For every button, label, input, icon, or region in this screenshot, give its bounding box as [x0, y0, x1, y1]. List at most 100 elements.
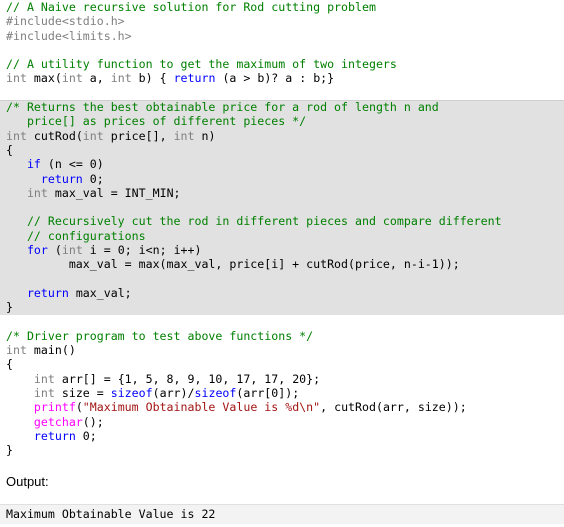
code-token-type: int	[26, 185, 48, 200]
code-token-comment: /* Returns the best obtainable price for…	[6, 100, 439, 115]
output-label: Output:	[6, 474, 49, 489]
code-token-pre: #include<stdio.h>	[6, 14, 125, 29]
code-line: for (int i = 0; i<n; i++)	[0, 243, 564, 258]
code-token-type: int	[110, 71, 132, 86]
code-token-plain: (	[47, 243, 62, 258]
code-line: int max(int a, int b) { return (a > b)? …	[0, 71, 564, 85]
code-token-plain: max_val = max(max_val, price[i] + cutRod…	[6, 257, 460, 272]
code-line: ​	[0, 86, 564, 100]
code-token-plain: 0;	[82, 171, 104, 186]
code-line: #include<stdio.h>	[0, 14, 564, 28]
code-token-plain: }	[6, 300, 13, 315]
code-line: {	[0, 142, 564, 158]
code-line: printf("Maximum Obtainable Value is %d\n…	[0, 400, 564, 414]
code-line: int max_val = INT_MIN;	[0, 185, 564, 201]
code-token-plain: }	[6, 443, 13, 458]
code-token-plain: (	[75, 400, 83, 415]
code-line: ​	[0, 200, 564, 215]
code-line: getchar();	[0, 415, 564, 429]
code-token-plain: max(	[26, 71, 62, 86]
code-line: max_val = max(max_val, price[i] + cutRod…	[0, 257, 564, 272]
code-token-type: int	[33, 386, 55, 401]
code-token-plain: {	[6, 142, 13, 157]
code-line: if (n <= 0)	[0, 157, 564, 172]
code-token-plain: , cutRod(arr, size));	[320, 400, 467, 415]
code-token-type: int	[61, 71, 83, 86]
code-token-plain: price[],	[103, 128, 174, 143]
code-line: return 0;	[0, 171, 564, 186]
code-token-plain: main()	[26, 343, 76, 358]
code-line: price[] as prices of different pieces */	[0, 114, 564, 129]
code-token-type: int	[33, 371, 55, 386]
code-token-type: int	[82, 128, 104, 143]
code-token-plain: cutRod(	[26, 128, 83, 143]
code-token-fn: printf	[33, 400, 76, 415]
code-token-kw: sizeof	[194, 386, 237, 401]
code-token-plain: (n <= 0)	[40, 157, 104, 172]
code-token-comment: // configurations	[6, 228, 146, 243]
code-token-pre: #include<limits.h>	[6, 28, 132, 43]
code-line: {	[0, 357, 564, 371]
code-line: ​	[0, 271, 564, 286]
code-token-plain: max_val = INT_MIN;	[47, 185, 181, 200]
code-token-plain: b) {	[131, 71, 174, 86]
code-line: // A utility function to get the maximum…	[0, 57, 564, 71]
code-token-type: int	[6, 343, 27, 358]
code-token-kw: for	[26, 243, 48, 258]
code-token-plain: (arr[0]);	[236, 386, 300, 401]
code-line: int size = sizeof(arr)/sizeof(arr[0]);	[0, 386, 564, 400]
code-token-kw: return	[26, 285, 69, 300]
code-token-type: int	[6, 128, 27, 143]
code-token-plain: a,	[82, 71, 111, 86]
code-token-plain: {	[6, 357, 13, 372]
code-line: int cutRod(int price[], int n)	[0, 128, 564, 143]
code-token-kw: return	[173, 71, 216, 86]
code-line: // configurations	[0, 228, 564, 244]
code-token-str: "Maximum Obtainable Value is %d\n"	[82, 400, 321, 415]
code-token-plain: ();	[82, 414, 104, 429]
code-line: /* Returns the best obtainable price for…	[0, 100, 564, 115]
code-token-fn: getchar	[33, 414, 83, 429]
code-line: #include<limits.h>	[0, 29, 564, 43]
code-token-type: int	[6, 71, 27, 86]
output-box: Maximum Obtainable Value is 22	[0, 504, 564, 524]
code-token-comment: // A Naive recursive solution for Rod cu…	[6, 0, 376, 14]
code-line: ​	[0, 315, 564, 329]
code-line: int arr[] = {1, 5, 8, 9, 10, 17, 17, 20}…	[0, 372, 564, 386]
code-token-plain: (arr)/	[152, 386, 195, 401]
code-token-type: int	[173, 128, 195, 143]
code-line: return max_val;	[0, 285, 564, 301]
code-token-plain: (a > b)? a : b;}	[215, 71, 335, 86]
code-line: return 0;	[0, 429, 564, 443]
code-token-kw: return	[40, 171, 83, 186]
code-token-plain: 0;	[75, 428, 97, 443]
code-token-plain: arr[] = {1, 5, 8, 9, 10, 17, 17, 20};	[54, 371, 321, 386]
code-line: /* Driver program to test above function…	[0, 329, 564, 343]
code-token-plain: size =	[54, 386, 111, 401]
code-line: // A Naive recursive solution for Rod cu…	[0, 0, 564, 14]
code-token-type: int	[61, 243, 83, 258]
code-token-plain: n)	[194, 128, 216, 143]
code-token-plain: i = 0; i<n; i++)	[82, 243, 202, 258]
code-line: }	[0, 443, 564, 457]
code-block: // A Naive recursive solution for Rod cu…	[0, 0, 564, 458]
code-line: ​	[0, 43, 564, 57]
code-token-plain: max_val;	[68, 285, 132, 300]
code-token-comment: price[] as prices of different pieces */	[6, 114, 307, 129]
code-line: }	[0, 300, 564, 315]
code-token-kw: return	[33, 428, 76, 443]
code-token-kw: sizeof	[110, 386, 153, 401]
code-token-comment: /* Driver program to test above function…	[6, 328, 314, 343]
code-token-comment: // A utility function to get the maximum…	[6, 57, 397, 72]
code-line: // Recursively cut the rod in different …	[0, 214, 564, 229]
